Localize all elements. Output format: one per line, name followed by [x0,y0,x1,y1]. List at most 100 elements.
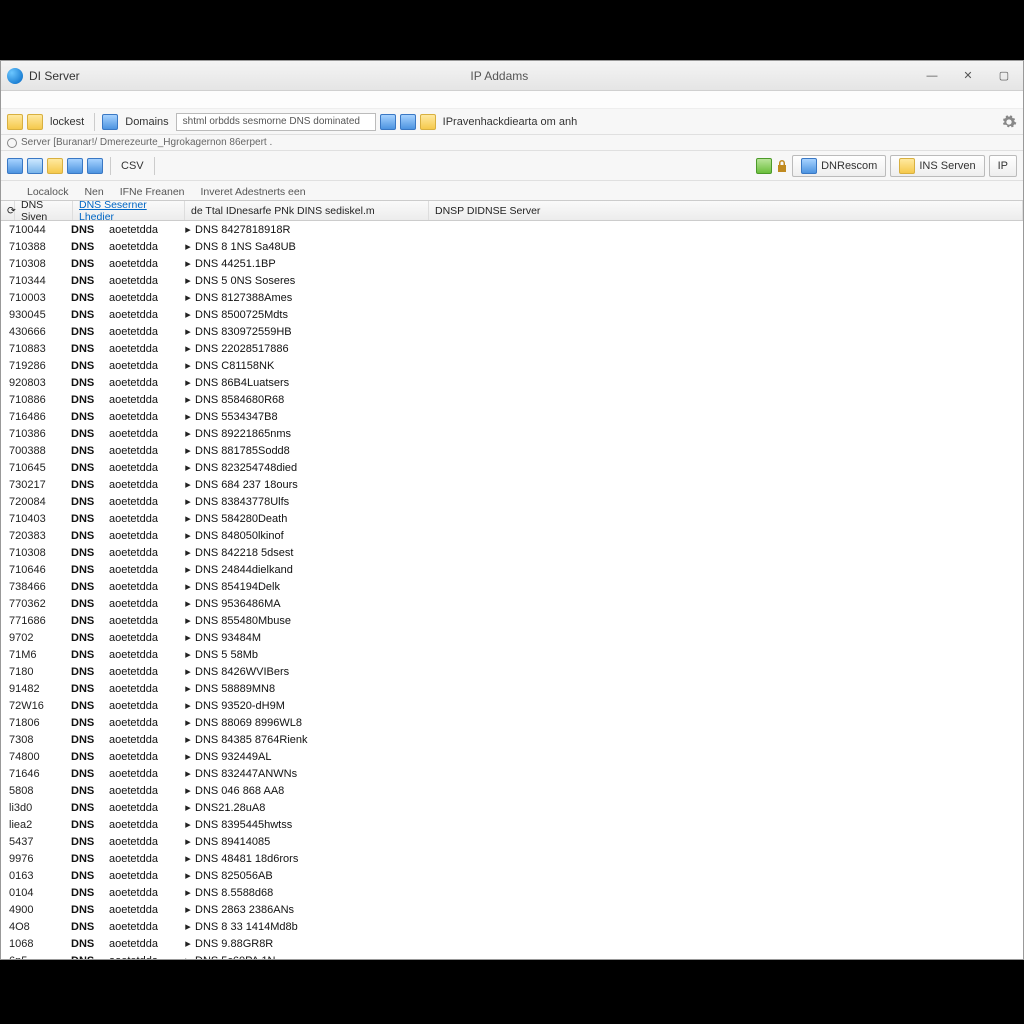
cell-dns1: DNS [71,955,109,960]
table-row[interactable]: 700388DNSaoetetdda▸DNS 881785Sodd8 [1,442,1023,459]
dns-button[interactable]: DNRescom [792,155,886,177]
print-icon[interactable] [87,158,103,174]
document-icon[interactable] [102,114,118,130]
go-icon[interactable] [380,114,396,130]
separator [94,113,95,131]
table-row[interactable]: 710886DNSaoetetdda▸DNS 8584680R68 [1,391,1023,408]
table-row[interactable]: 4O8DNSaoetetdda▸DNS 8 33 1414Md8b [1,918,1023,935]
cell-status: aoetetdda [109,700,181,712]
gear-icon[interactable] [1001,114,1017,130]
table-row[interactable]: 7180DNSaoetetdda▸DNS 8426WVIBers [1,663,1023,680]
table-row[interactable]: 7308DNSaoetetdda▸DNS 84385 8764Rienk [1,731,1023,748]
table-row[interactable]: 710003DNSaoetetdda▸DNS 8127388Ames [1,289,1023,306]
table-row[interactable]: 716486DNSaoetetdda▸DNS 5534347B8 [1,408,1023,425]
arrow-icon: ▸ [181,835,195,848]
record-list[interactable]: 710044DNSaoetetdda▸DNS 8427818918R710388… [1,221,1023,959]
table-row[interactable]: 930045DNSaoetetdda▸DNS 8500725Mdts [1,306,1023,323]
folder2-icon[interactable] [420,114,436,130]
open-icon[interactable] [47,158,63,174]
table-row[interactable]: 72W16DNSaoetetdda▸DNS 93520-dH9M [1,697,1023,714]
address-box[interactable]: shtml orbdds sesmorne DNS dominated [176,113,376,131]
table-row[interactable]: 1068DNSaoetetdda▸DNS 9.88GR8R [1,935,1023,952]
cell-value: DNS C81158NK [195,360,1023,372]
cell-id: 5437 [9,836,71,848]
col-refresh[interactable]: ⟳ [1,201,15,220]
cell-value: DNS 8 1NS Sa48UB [195,241,1023,253]
table-row[interactable]: 710308DNSaoetetdda▸DNS 842218 5dsest [1,544,1023,561]
table-row[interactable]: 9976DNSaoetetdda▸DNS 48481 18d6rors [1,850,1023,867]
cell-id: 710308 [9,258,71,270]
page-icon[interactable] [400,114,416,130]
table-row[interactable]: 920803DNSaoetetdda▸DNS 86B4Luatsers [1,374,1023,391]
table-row[interactable]: 710883DNSaoetetdda▸DNS 22028517886 [1,340,1023,357]
table-row[interactable]: 710646DNSaoetetdda▸DNS 24844dielkand [1,561,1023,578]
arrow-icon: ▸ [181,444,195,457]
table-row[interactable]: 710403DNSaoetetdda▸DNS 584280Death [1,510,1023,527]
new-icon[interactable] [7,158,23,174]
table-row[interactable]: 430666DNSaoetetdda▸DNS 830972559HB [1,323,1023,340]
table-row[interactable]: 5808DNSaoetetdda▸DNS 046 868 AA8 [1,782,1023,799]
table-row[interactable]: 710386DNSaoetetdda▸DNS 89221865nms [1,425,1023,442]
table-row[interactable]: 91482DNSaoetetdda▸DNS 58889MN8 [1,680,1023,697]
cell-id: 710388 [9,241,71,253]
table-row[interactable]: 719286DNSaoetetdda▸DNS C81158NK [1,357,1023,374]
server-button[interactable]: INS Serven [890,155,984,177]
table-row[interactable]: li3d0DNSaoetetdda▸DNS21.28uA8 [1,799,1023,816]
cell-status: aoetetdda [109,938,181,950]
col-server[interactable]: DNSP DIDNSE Server [429,201,1023,220]
table-row[interactable]: 71806DNSaoetetdda▸DNS 88069 8996WL8 [1,714,1023,731]
arrow-icon: ▸ [181,580,195,593]
cell-status: aoetetdda [109,275,181,287]
table-row[interactable]: liea2DNSaoetetdda▸DNS 8395445hwtss [1,816,1023,833]
arrow-icon: ▸ [181,716,195,729]
cell-value: DNS 84385 8764Rienk [195,734,1023,746]
table-row[interactable]: 771686DNSaoetetdda▸DNS 855480Mbuse [1,612,1023,629]
table-row[interactable]: 5437DNSaoetetdda▸DNS 89414085 [1,833,1023,850]
table-row[interactable]: 71646DNSaoetetdda▸DNS 832447ANWNs [1,765,1023,782]
folder-open-icon[interactable] [27,114,43,130]
close-button[interactable]: ✕ [955,67,981,85]
table-row[interactable]: 720084DNSaoetetdda▸DNS 83843778Ulfs [1,493,1023,510]
table-row[interactable]: 6n5DNSaoetetdda▸DNS 5c60PA 1N [1,952,1023,959]
csv-label[interactable]: CSV [118,160,147,172]
table-row[interactable]: 720383DNSaoetetdda▸DNS 848050lkinof [1,527,1023,544]
arrow-icon: ▸ [181,801,195,814]
table-row[interactable]: 738466DNSaoetetdda▸DNS 854194Delk [1,578,1023,595]
ip-button[interactable]: IP [989,155,1017,177]
folder-icon[interactable] [7,114,23,130]
cell-status: aoetetdda [109,632,181,644]
cell-status: aoetetdda [109,768,181,780]
col-desc[interactable]: de Ttal IDnesarfe PNk DINS sediskel.m [185,201,429,220]
domains-label[interactable]: Domains [122,116,171,128]
table-row[interactable]: 4900DNSaoetetdda▸DNS 2863 2386ANs [1,901,1023,918]
table-row[interactable]: 710388DNSaoetetdda▸DNS 8 1NS Sa48UB [1,238,1023,255]
cell-status: aoetetdda [109,717,181,729]
cell-id: 74800 [9,751,71,763]
maximize-button[interactable]: ▢ [991,67,1017,85]
lock-icon [776,159,788,173]
cell-dns1: DNS [71,632,109,644]
arrow-icon: ▸ [181,614,195,627]
table-row[interactable]: 770362DNSaoetetdda▸DNS 9536486MA [1,595,1023,612]
table-row[interactable]: 0163DNSaoetetdda▸DNS 825056AB [1,867,1023,884]
table-row[interactable]: 0104DNSaoetetdda▸DNS 8.5588d68 [1,884,1023,901]
copy-icon[interactable] [67,158,83,174]
table-row[interactable]: 9702DNSaoetetdda▸DNS 93484M [1,629,1023,646]
refresh-icon[interactable] [7,138,17,148]
table-row[interactable]: 710044DNSaoetetdda▸DNS 8427818918R [1,221,1023,238]
table-row[interactable]: 710308DNSaoetetdda▸DNS 44251.1BP [1,255,1023,272]
table-row[interactable]: 730217DNSaoetetdda▸DNS 684 237 18ours [1,476,1023,493]
cell-dns1: DNS [71,853,109,865]
col-name[interactable]: DNS Seserner Lhedier [73,201,185,220]
save-icon[interactable] [27,158,43,174]
minimize-button[interactable]: — [919,67,945,85]
column-header: ⟳ DNS Siven DNS Seserner Lhedier de Ttal… [1,201,1023,221]
table-row[interactable]: 74800DNSaoetetdda▸DNS 932449AL [1,748,1023,765]
table-row[interactable]: 710645DNSaoetetdda▸DNS 823254748died [1,459,1023,476]
table-row[interactable]: 71M6DNSaoetetdda▸DNS 5 58Mb [1,646,1023,663]
back-label[interactable]: lockest [47,116,87,128]
cell-value: DNS 684 237 18ours [195,479,1023,491]
tab-inveret[interactable]: Inveret Adestnerts een [193,184,314,200]
col-id[interactable]: DNS Siven [15,201,73,220]
table-row[interactable]: 710344DNSaoetetdda▸DNS 5 0NS Soseres [1,272,1023,289]
